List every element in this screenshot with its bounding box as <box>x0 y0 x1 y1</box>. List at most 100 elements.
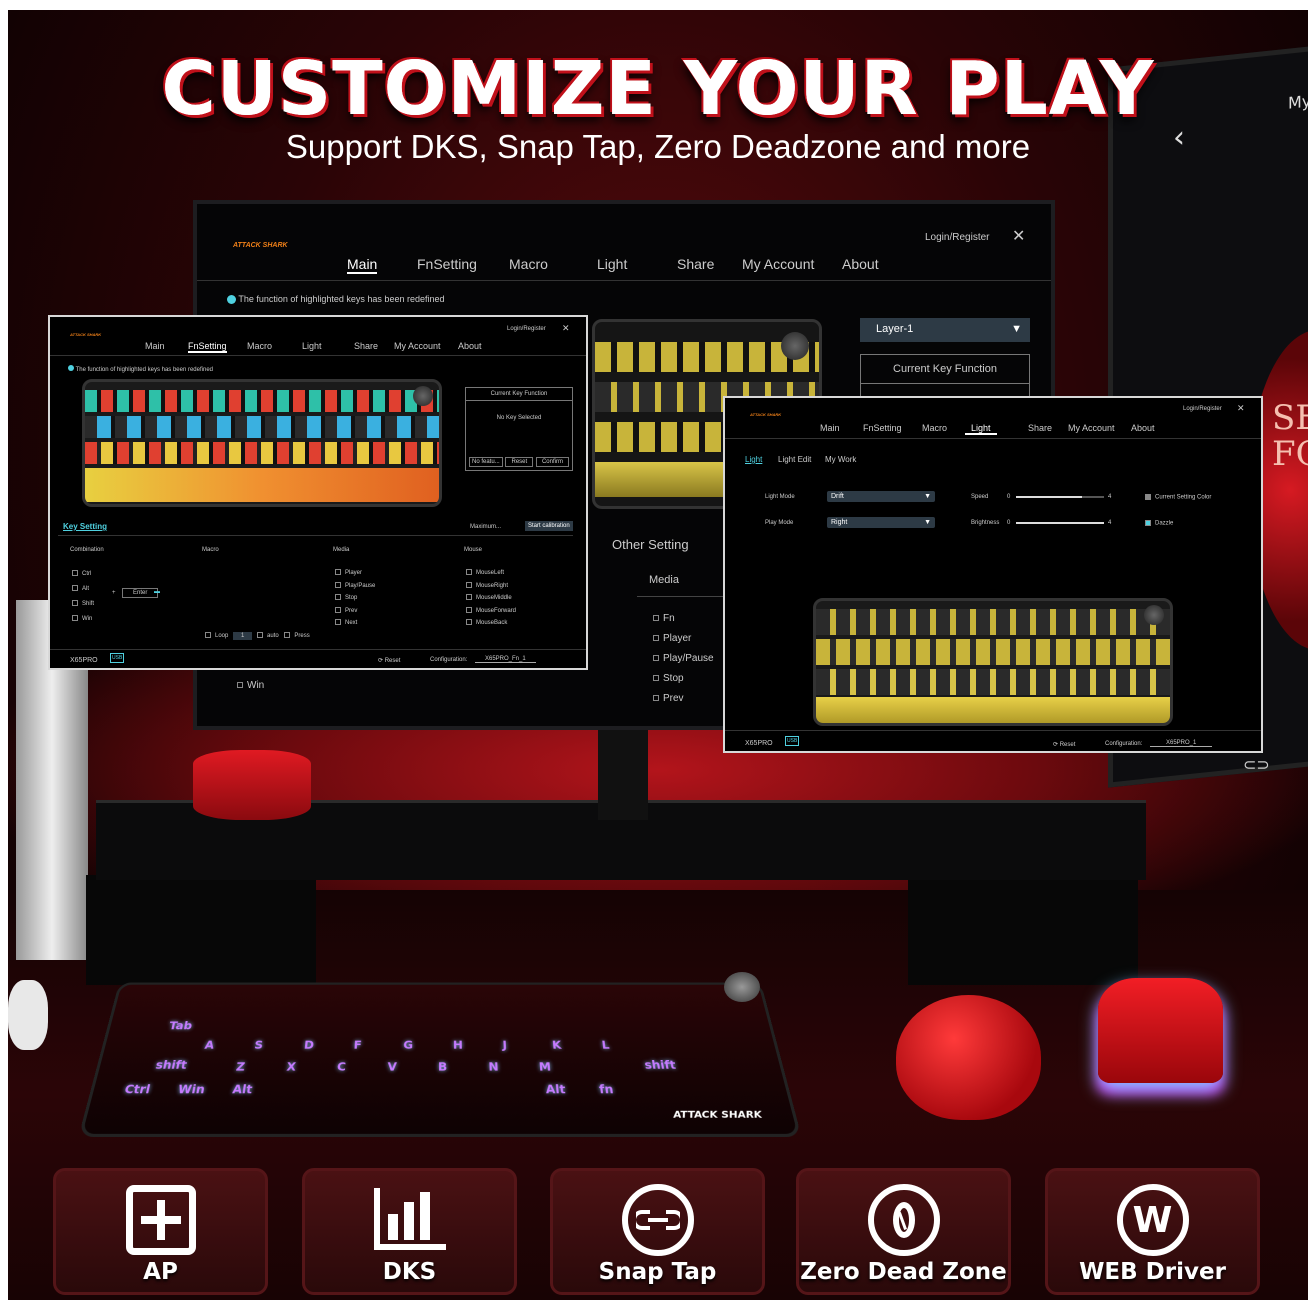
tab-about[interactable]: About <box>458 341 482 351</box>
brightness-min: 0 <box>1007 520 1011 526</box>
login-link[interactable]: Login/Register <box>1183 406 1222 412</box>
close-icon[interactable]: ✕ <box>1012 226 1025 246</box>
key-l: L <box>600 1038 611 1052</box>
col-macro: Macro <box>202 547 219 553</box>
tab-fnsetting[interactable]: FnSetting <box>863 423 902 433</box>
no-feature-button[interactable]: No featu... <box>469 457 503 467</box>
game-disc-text: SE GO FOR <box>1272 398 1308 474</box>
feature-label: AP <box>143 1259 178 1285</box>
loop-count-input[interactable]: 1 <box>233 632 253 640</box>
close-icon[interactable]: ✕ <box>562 323 570 334</box>
tab-share[interactable]: Share <box>354 341 378 351</box>
tab-light[interactable]: Light <box>965 423 997 435</box>
start-calibration-button[interactable]: Start calibration <box>525 521 573 531</box>
tab-light[interactable]: Light <box>302 341 322 351</box>
key-v: V <box>387 1060 398 1074</box>
mouse-item[interactable]: MouseForward <box>466 605 516 618</box>
media-item[interactable]: Player <box>653 629 714 649</box>
reset-button[interactable]: Reset <box>505 457 534 467</box>
tab-fnsetting[interactable]: FnSetting <box>417 256 477 272</box>
tab-about[interactable]: About <box>1131 423 1155 433</box>
media-item[interactable]: Stop <box>653 669 714 689</box>
feature-dks: DKS <box>302 1168 517 1295</box>
key-a: A <box>203 1038 216 1052</box>
current-color-option[interactable]: Current Setting Color <box>1145 494 1211 501</box>
enter-key-field[interactable]: Enter <box>122 588 159 598</box>
fnsetting-window: ATTACK SHARK Login/Register ✕ Main FnSet… <box>48 315 588 670</box>
key-n: N <box>488 1060 499 1074</box>
light-window: ATTACK SHARK Login/Register ✕ Main FnSet… <box>723 396 1263 753</box>
brightness-slider[interactable] <box>1016 522 1104 524</box>
mouse-item[interactable]: MouseBack <box>466 617 516 630</box>
feature-web-driver: W WEB Driver <box>1045 1168 1260 1295</box>
reset-button[interactable]: ⟳ Reset <box>1053 741 1075 748</box>
media-item[interactable]: Fn <box>653 609 714 629</box>
confirm-button[interactable]: Confirm <box>535 457 569 467</box>
tab-my-account[interactable]: My Account <box>742 256 814 272</box>
login-link[interactable]: Login/Register <box>507 326 546 332</box>
media-item[interactable]: Prev <box>335 605 375 618</box>
mouse-item[interactable]: MouseLeft <box>466 567 516 580</box>
tab-fnsetting[interactable]: FnSetting <box>188 341 227 353</box>
hero-subtitle: Support DKS, Snap Tap, Zero Deadzone and… <box>285 128 1031 165</box>
tab-share[interactable]: Share <box>1028 423 1052 433</box>
media-item[interactable]: Prev <box>653 689 714 709</box>
tab-main[interactable]: Main <box>820 423 840 433</box>
reset-button[interactable]: ⟳ Reset <box>378 657 400 664</box>
usb-icon: USB <box>110 653 125 663</box>
dropdown-arrow-icon: ▼ <box>924 493 931 500</box>
play-mode-select[interactable]: Right ▼ <box>827 517 935 528</box>
key-alt-right: Alt <box>545 1082 567 1097</box>
product-scene: ‹ My SE GO FOR ATTACK SHARK Login/Regist… <box>8 10 1308 1300</box>
media-item[interactable]: Player <box>335 567 375 580</box>
key-m: M <box>538 1060 552 1074</box>
tab-about[interactable]: About <box>842 256 879 272</box>
mouse-item[interactable]: MouseMiddle <box>466 592 516 605</box>
app-logo: ATTACK SHARK <box>233 242 288 249</box>
combination-list: Ctrl Alt Shift Win <box>72 567 94 627</box>
light-mode-select[interactable]: Drift ▼ <box>827 491 935 502</box>
tab-main[interactable]: Main <box>347 256 378 274</box>
keyboard-preview <box>813 598 1173 726</box>
tab-light[interactable]: Light <box>597 256 627 272</box>
media-item[interactable]: Next <box>335 617 375 630</box>
media-item[interactable]: Stop <box>335 592 375 605</box>
subtab-my-work[interactable]: My Work <box>825 455 856 464</box>
key-g: G <box>403 1038 414 1052</box>
speed-label: Speed <box>971 494 989 500</box>
tab-macro[interactable]: Macro <box>247 341 272 351</box>
media-item[interactable]: Play/Pause <box>335 580 375 593</box>
login-link[interactable]: Login/Register <box>925 232 989 243</box>
col-combination: Combination <box>70 547 104 553</box>
tab-macro[interactable]: Macro <box>922 423 947 433</box>
mouse-item[interactable]: MouseRight <box>466 580 516 593</box>
other-setting-title: Other Setting <box>612 537 689 552</box>
key-z: Z <box>235 1060 246 1074</box>
tab-macro[interactable]: Macro <box>509 256 548 272</box>
combination-item[interactable]: Shift <box>72 597 94 612</box>
tab-share[interactable]: Share <box>677 256 714 272</box>
current-key-panel: Current Key Function No Key Selected No … <box>465 387 573 471</box>
key-shift: shift <box>154 1058 189 1072</box>
dazzle-option[interactable]: Dazzle <box>1145 520 1173 527</box>
media-item[interactable]: Play/Pause <box>653 649 714 669</box>
close-icon[interactable]: ✕ <box>1237 403 1245 414</box>
layer-select[interactable]: Layer-1 ▼ <box>860 318 1030 342</box>
configuration-select[interactable]: X65PRO_Fn_1 <box>475 656 536 663</box>
combination-item[interactable]: Alt <box>72 582 94 597</box>
subtab-light[interactable]: Light <box>745 455 762 464</box>
combination-item[interactable]: Win <box>72 612 94 627</box>
win-checkbox[interactable]: Win <box>237 680 264 691</box>
feature-zero-dead-zone: Zero Dead Zone <box>796 1168 1011 1295</box>
tab-main[interactable]: Main <box>145 341 165 351</box>
media-title: Media <box>649 574 679 586</box>
info-dot-icon <box>68 365 74 371</box>
speed-slider[interactable] <box>1016 496 1104 498</box>
key-h: H <box>452 1038 463 1052</box>
tab-my-account[interactable]: My Account <box>394 341 441 351</box>
tab-my-account[interactable]: My Account <box>1068 423 1115 433</box>
subtab-light-edit[interactable]: Light Edit <box>778 455 811 464</box>
key-setting-tab[interactable]: Key Setting <box>63 522 107 531</box>
configuration-select[interactable]: X65PRO_1 <box>1150 740 1213 747</box>
combination-item[interactable]: Ctrl <box>72 567 94 582</box>
